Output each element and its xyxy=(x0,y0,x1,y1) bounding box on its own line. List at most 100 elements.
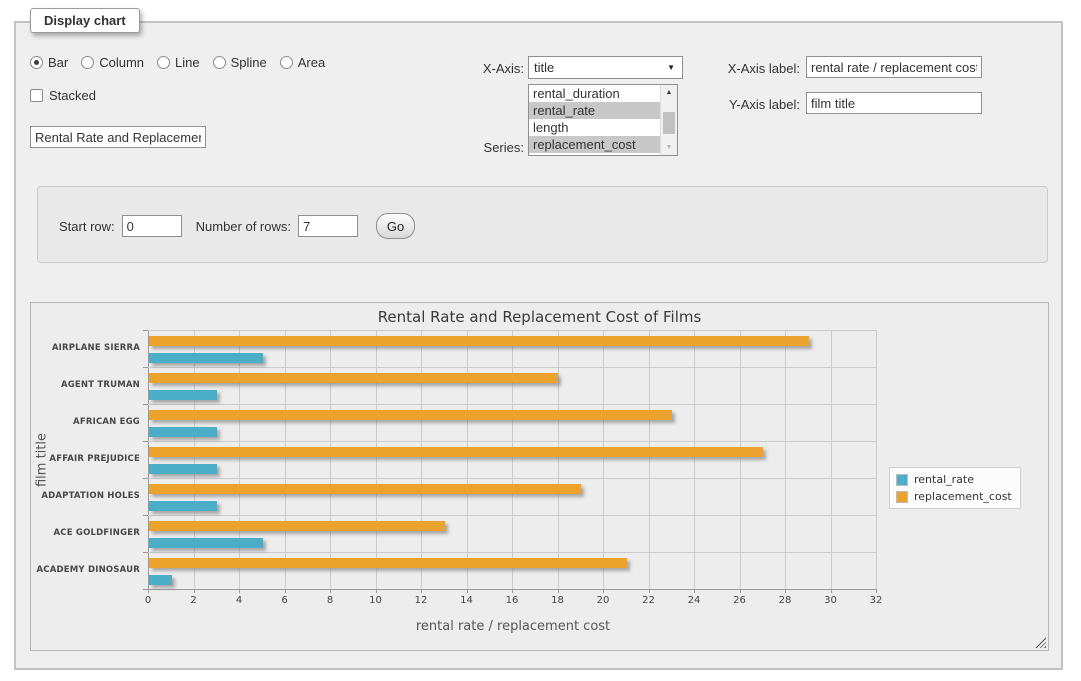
bar-replacement_cost[interactable] xyxy=(149,484,581,494)
x-axis-title: rental rate / replacement cost xyxy=(416,619,610,634)
series-multiselect[interactable]: rental_durationrental_ratelengthreplacem… xyxy=(528,84,678,156)
series-option-length[interactable]: length xyxy=(529,119,660,136)
category-label: ADAPTATION HOLES xyxy=(31,491,140,501)
tick-label-x: 18 xyxy=(543,595,573,606)
radio-icon-column[interactable] xyxy=(81,56,94,69)
go-button-label: Go xyxy=(387,219,404,234)
num-rows-input[interactable] xyxy=(298,215,358,237)
chart-title-input[interactable] xyxy=(30,126,206,148)
bar-rental_rate[interactable] xyxy=(149,575,172,585)
radio-option-column[interactable]: Column xyxy=(81,55,144,70)
tick-label-x: 30 xyxy=(816,595,846,606)
tick-label-x: 22 xyxy=(634,595,664,606)
scroll-up-icon[interactable]: ▲ xyxy=(661,85,677,100)
scroll-down-icon[interactable]: ▼ xyxy=(661,140,677,155)
series-caption: Series: xyxy=(430,140,524,155)
legend-label: rental_rate xyxy=(914,473,974,486)
scrollbar-thumb[interactable] xyxy=(663,112,675,134)
legend-swatch-icon xyxy=(896,491,908,503)
bar-replacement_cost[interactable] xyxy=(149,410,672,420)
bar-replacement_cost[interactable] xyxy=(149,558,627,568)
bar-replacement_cost[interactable] xyxy=(149,336,809,346)
radio-option-area[interactable]: Area xyxy=(280,55,325,70)
bar-rental_rate[interactable] xyxy=(149,538,263,548)
bar-rental_rate[interactable] xyxy=(149,353,263,363)
radio-label: Column xyxy=(99,55,144,70)
axis-tick-y xyxy=(143,367,148,368)
tick-label-x: 4 xyxy=(224,595,254,606)
tick-label-x: 20 xyxy=(588,595,618,606)
radio-icon-spline[interactable] xyxy=(213,56,226,69)
tick-label-x: 12 xyxy=(406,595,436,606)
series-option-rental_duration[interactable]: rental_duration xyxy=(529,85,660,102)
radio-icon-area[interactable] xyxy=(280,56,293,69)
chart-legend: rental_rate replacement_cost xyxy=(889,467,1021,509)
bar-rental_rate[interactable] xyxy=(149,464,217,474)
series-scrollbar: ▲ ▼ xyxy=(660,85,677,155)
chevron-down-icon: ▼ xyxy=(667,64,675,72)
x-axis-caption: X-Axis: xyxy=(430,61,524,76)
go-button[interactable]: Go xyxy=(376,213,415,239)
legend-item-replacement_cost[interactable]: replacement_cost xyxy=(896,490,1012,503)
radio-option-line[interactable]: Line xyxy=(157,55,200,70)
gridline-x xyxy=(467,330,468,589)
radio-icon-bar[interactable] xyxy=(30,56,43,69)
axis-tick-y xyxy=(143,441,148,442)
bar-replacement_cost[interactable] xyxy=(149,447,763,457)
gridline-x xyxy=(421,330,422,589)
bar-rental_rate[interactable] xyxy=(149,501,217,511)
num-rows-label: Number of rows: xyxy=(196,219,291,234)
category-label: ACE GOLDFINGER xyxy=(31,528,140,538)
axis-tick-y xyxy=(143,478,148,479)
category-label: AFRICAN EGG xyxy=(31,417,140,427)
radio-label: Spline xyxy=(231,55,267,70)
axis-tick-y xyxy=(143,330,148,331)
bar-replacement_cost[interactable] xyxy=(149,373,558,383)
chart-panel: Rental Rate and Replacement Cost of Film… xyxy=(30,302,1049,651)
series-option-replacement_cost[interactable]: replacement_cost xyxy=(529,136,660,153)
tick-label-x: 8 xyxy=(315,595,345,606)
category-label: ACADEMY DINOSAUR xyxy=(31,565,140,575)
radio-option-bar[interactable]: Bar xyxy=(30,55,68,70)
gridline-x xyxy=(785,330,786,589)
fieldset-legend: Display chart xyxy=(30,8,140,33)
radio-icon-line[interactable] xyxy=(157,56,170,69)
series-option-rental_rate[interactable]: rental_rate xyxy=(529,102,660,119)
x-axis-selected-value: title xyxy=(534,60,554,75)
radio-label: Line xyxy=(175,55,200,70)
gridline-y xyxy=(148,478,876,479)
chart-title: Rental Rate and Replacement Cost of Film… xyxy=(31,308,1048,326)
gridline-x xyxy=(831,330,832,589)
stacked-label: Stacked xyxy=(49,88,96,103)
app-page: Display chart Bar Column Line Spline Area St… xyxy=(0,0,1081,681)
x-axis-label-input[interactable] xyxy=(806,56,982,78)
gridline-x xyxy=(376,330,377,589)
tick-label-x: 14 xyxy=(452,595,482,606)
gridline-x xyxy=(694,330,695,589)
stacked-checkbox[interactable] xyxy=(30,89,43,102)
bar-replacement_cost[interactable] xyxy=(149,521,445,531)
x-axis-line xyxy=(148,589,877,590)
gridline-x xyxy=(558,330,559,589)
tick-label-x: 32 xyxy=(861,595,891,606)
radio-option-spline[interactable]: Spline xyxy=(213,55,267,70)
tick-label-x: 24 xyxy=(679,595,709,606)
bar-rental_rate[interactable] xyxy=(149,427,217,437)
tick-label-x: 16 xyxy=(497,595,527,606)
category-label: AFFAIR PREJUDICE xyxy=(31,454,140,464)
gridline-y xyxy=(148,515,876,516)
gridline-x xyxy=(649,330,650,589)
bar-rental_rate[interactable] xyxy=(149,390,217,400)
x-axis-select[interactable]: title ▼ xyxy=(528,56,683,79)
y-axis-label-input[interactable] xyxy=(806,92,982,114)
legend-item-rental_rate[interactable]: rental_rate xyxy=(896,473,1012,486)
chart-canvas: Rental Rate and Replacement Cost of Film… xyxy=(31,303,1048,650)
row-range-panel: Start row: Number of rows: Go xyxy=(37,186,1048,263)
gridline-y xyxy=(148,441,876,442)
stacked-option[interactable]: Stacked xyxy=(30,88,96,103)
start-row-input[interactable] xyxy=(122,215,182,237)
gridline-x xyxy=(239,330,240,589)
gridline-y xyxy=(148,330,876,331)
axis-tick-y xyxy=(143,552,148,553)
gridline-x xyxy=(194,330,195,589)
